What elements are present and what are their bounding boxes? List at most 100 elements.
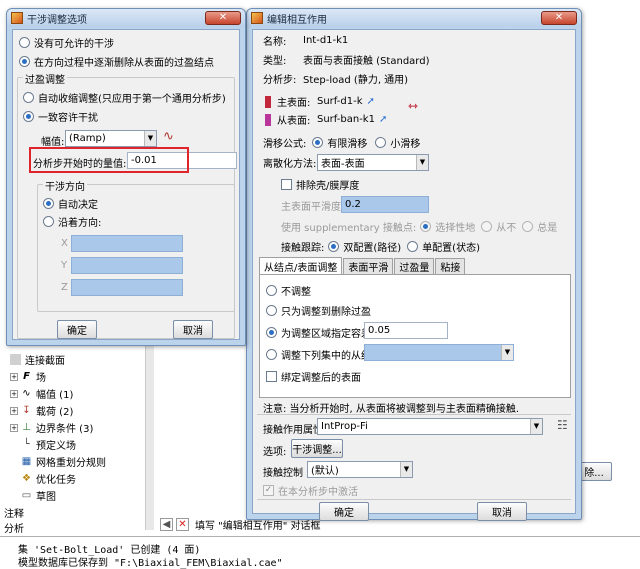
expand-icon[interactable]: + xyxy=(10,372,18,381)
select-arrow-icon[interactable]: ➚ xyxy=(379,114,387,125)
close-button[interactable]: ✕ xyxy=(205,11,241,25)
adj-remove-row: 只为调整到删除过盈 xyxy=(266,303,371,318)
nodeset-select[interactable]: ▼ xyxy=(364,344,514,361)
property-select[interactable]: IntProp-Fi ▼ xyxy=(317,418,543,435)
z-input[interactable] xyxy=(71,279,183,296)
connector-section-icon xyxy=(10,354,21,365)
opt-gradual-radio[interactable] xyxy=(19,56,30,67)
auto-shrink-radio[interactable] xyxy=(23,92,34,103)
overclosure-group-title: 过盈调整 xyxy=(23,71,67,86)
cancel-button[interactable]: 取消 xyxy=(173,320,213,339)
activate-row: ✓ 在本分析步中激活 xyxy=(263,485,358,498)
title-bar[interactable]: 干涉调整选项 ✕ xyxy=(7,9,245,27)
smoothing-row: 主表面平滑度: xyxy=(281,202,345,213)
single-config-radio[interactable] xyxy=(407,241,419,252)
cancel-x-icon[interactable]: ✕ xyxy=(176,518,189,531)
ok-button[interactable]: 确定 xyxy=(319,502,369,521)
tree-item-field[interactable]: + F 场 xyxy=(10,369,46,384)
tolerance-input[interactable]: 0.05 xyxy=(364,322,448,339)
discretization-select[interactable]: 表面-表面 ▼ xyxy=(317,154,429,171)
tie-surfaces-checkbox[interactable] xyxy=(266,371,277,382)
abaqus-app-icon xyxy=(11,12,23,24)
uniform-radio[interactable] xyxy=(23,111,34,122)
tree-scrollbar[interactable] xyxy=(145,340,154,530)
note-row: 注意: 当分析开始时, 从表面将被调整到与主表面精确接触. xyxy=(263,404,520,415)
tree-section-analysis[interactable]: 分析 xyxy=(4,520,24,535)
dir-auto-radio[interactable] xyxy=(43,198,54,209)
supp-never-radio[interactable] xyxy=(481,221,493,232)
slave-surface-row: 从表面: Surf-ban-k1 ➚ xyxy=(265,112,387,127)
interference-adjust-button[interactable]: 干涉调整... xyxy=(291,439,343,458)
tree-item-connector-section[interactable]: 连接截面 xyxy=(10,352,65,367)
sliding-formulation-row: 滑移公式: 有限滑移 小滑移 xyxy=(263,137,421,150)
select-arrow-icon[interactable]: ➚ xyxy=(367,96,375,107)
adj-nodeset-radio[interactable] xyxy=(266,349,277,360)
dialog-body: 名称: Int-d1-k1 类型: 表面与表面接触 (Standard) 分析步… xyxy=(252,29,576,521)
opt-none-row: 没有可允许的干涉 xyxy=(19,35,114,50)
highlight-box xyxy=(29,147,189,173)
opt-none-radio[interactable] xyxy=(19,37,30,48)
tree-item-bc[interactable]: + ⊥ 边界条件 (3) xyxy=(10,420,93,435)
title-bar[interactable]: 编辑相互作用 ✕ xyxy=(247,9,581,27)
dialog-title: 干涉调整选项 xyxy=(27,14,87,26)
chevron-down-icon: ▼ xyxy=(144,131,156,146)
edit-interaction-dialog: 编辑相互作用 ✕ 名称: Int-d1-k1 类型: 表面与表面接触 (Stan… xyxy=(246,8,582,521)
tab-slave-adjustment[interactable]: 从结点/表面调整 xyxy=(259,257,343,274)
dir-along-radio[interactable] xyxy=(43,216,54,227)
dialog-title: 编辑相互作用 xyxy=(267,14,327,26)
amplitude-create-icon[interactable]: ∿ xyxy=(163,129,174,144)
dialog-body: 没有可允许的干涉 在方向过程中逐渐删除从表面的过盈结点 过盈调整 自动收缩调整(… xyxy=(12,29,240,340)
adj-remove-radio[interactable] xyxy=(266,305,277,316)
message-area: 集 'Set-Bolt_Load' 已创建 (4 面) 模型数据库已保存到 "F… xyxy=(0,536,640,569)
property-manager-icon[interactable]: ☷ xyxy=(557,418,568,432)
back-arrow-icon[interactable]: ◀ xyxy=(160,518,173,531)
load-icon: ↧ xyxy=(22,405,31,416)
small-sliding-radio[interactable] xyxy=(375,137,387,148)
two-config-radio[interactable] xyxy=(328,241,340,252)
cancel-button[interactable]: 取消 xyxy=(477,502,527,521)
exclude-shell-checkbox[interactable] xyxy=(281,179,292,190)
tree-item-remesh-rules[interactable]: ▦ 网格重划分规则 xyxy=(21,454,106,469)
dir-auto-row: 自动决定 xyxy=(43,196,98,211)
master-surface-row: 主表面: Surf-d1-k ➚ xyxy=(265,94,375,109)
tree-item-amplitude[interactable]: + ∿ 幅值 (1) xyxy=(10,386,73,401)
tab-bonding[interactable]: 粘接 xyxy=(435,258,466,274)
expand-icon[interactable]: + xyxy=(10,389,18,398)
tie-surfaces-row: 绑定调整后的表面 xyxy=(266,369,361,384)
supp-selective-radio[interactable] xyxy=(420,221,432,232)
expand-icon[interactable]: + xyxy=(10,423,18,432)
expand-icon[interactable]: + xyxy=(10,406,18,415)
tree-item-load[interactable]: + ↧ 载荷 (2) xyxy=(10,403,73,418)
x-input[interactable] xyxy=(71,235,183,252)
close-button[interactable]: ✕ xyxy=(541,11,577,25)
tree-item-optimization[interactable]: ❖ 优化任务 xyxy=(21,471,76,486)
chevron-down-icon: ▼ xyxy=(400,462,412,477)
field-icon: F xyxy=(23,371,30,382)
finite-sliding-radio[interactable] xyxy=(312,137,324,148)
amplitude-row: 幅值: xyxy=(41,137,65,148)
activate-checkbox[interactable]: ✓ xyxy=(263,485,274,496)
control-select[interactable]: (默认) ▼ xyxy=(307,461,413,478)
tab-clearance[interactable]: 过盈量 xyxy=(394,258,435,274)
smoothing-input[interactable]: 0.2 xyxy=(341,196,429,213)
chevron-down-icon: ▼ xyxy=(416,155,428,170)
chevron-down-icon: ▼ xyxy=(501,345,513,360)
z-label: Z xyxy=(61,282,68,293)
y-input[interactable] xyxy=(71,257,183,274)
supp-always-radio[interactable] xyxy=(522,221,534,232)
adj-none-row: 不调整 xyxy=(266,283,311,298)
control-row: 接触控制 xyxy=(263,468,303,479)
ok-button[interactable]: 确定 xyxy=(57,320,97,339)
tree-section-annotations[interactable]: 注释 xyxy=(4,505,24,520)
adjustment-tabs: 从结点/表面调整 表面平滑 过盈量 粘接 xyxy=(259,257,466,274)
slave-adjustment-pane: 不调整 只为调整到删除过盈 为调整区域指定容差: 0.05 调整下列集中的从结点… xyxy=(259,274,571,398)
tree-item-predefined-field[interactable]: └ 预定义场 xyxy=(21,437,76,452)
tab-surface-smoothing[interactable]: 表面平滑 xyxy=(343,258,394,274)
adj-tolerance-radio[interactable] xyxy=(266,327,277,338)
amplitude-select[interactable]: (Ramp) ▼ xyxy=(65,130,157,147)
x-label: X xyxy=(61,238,68,249)
tree-item-sketch[interactable]: ▭ 草图 xyxy=(21,488,56,503)
adj-none-radio[interactable] xyxy=(266,285,277,296)
swap-surfaces-icon[interactable]: ⇿ xyxy=(408,99,418,113)
auto-shrink-row: 自动收缩调整(只应用于第一个通用分析步) xyxy=(23,90,226,105)
